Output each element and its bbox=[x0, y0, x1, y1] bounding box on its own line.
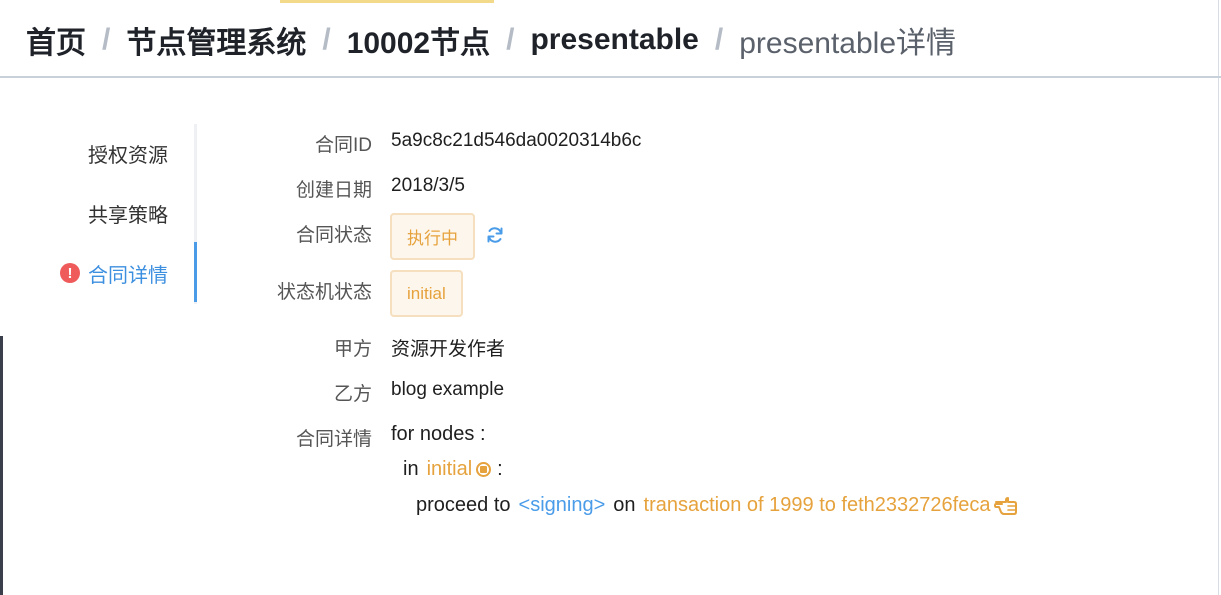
contract-code-line-3: proceed to <signing> on transaction of 1… bbox=[416, 494, 1020, 517]
contract-target-state[interactable]: <signing> bbox=[519, 494, 606, 517]
side-tabs: 授权资源 共享策略 ! 合同详情 bbox=[0, 124, 198, 304]
right-edge-line bbox=[1218, 0, 1219, 595]
contract-code-proceed: proceed to bbox=[416, 494, 511, 516]
contract-id-label: 合同ID bbox=[314, 135, 372, 156]
create-date-label: 创建日期 bbox=[295, 180, 372, 201]
refresh-icon[interactable] bbox=[485, 225, 505, 245]
breadcrumb: 首页 / 节点管理系统 / 10002节点 / presentable / pr… bbox=[26, 20, 956, 60]
left-edge-strip bbox=[0, 336, 3, 595]
contract-code-line-1: for nodes : bbox=[391, 423, 486, 446]
tab-authorized-resources[interactable]: 授权资源 bbox=[88, 124, 168, 182]
page-frame: 首页 / 节点管理系统 / 10002节点 / presentable / pr… bbox=[0, 0, 1221, 595]
contract-event[interactable]: transaction of 1999 to feth2332726feca bbox=[644, 494, 991, 517]
party-b-label: 乙方 bbox=[333, 384, 372, 405]
state-machine-tag-text: initial bbox=[407, 283, 446, 303]
party-b-value: blog example bbox=[391, 379, 505, 400]
contract-code-on: on bbox=[613, 494, 636, 516]
contract-id-value: 5a9c8c21d546da0020314b6c bbox=[391, 130, 642, 151]
contract-code-text: for nodes : bbox=[391, 423, 486, 445]
breadcrumb-current: presentable详情 bbox=[739, 27, 957, 60]
contract-code-line-2: in initial : bbox=[403, 458, 503, 481]
breadcrumb-home[interactable]: 首页 bbox=[26, 18, 86, 62]
contract-code-colon: : bbox=[497, 458, 503, 480]
status-tag-text: 执行中 bbox=[407, 229, 458, 248]
pointing-hand-icon[interactable] bbox=[994, 495, 1020, 517]
page-header: 首页 / 节点管理系统 / 10002节点 / presentable / pr… bbox=[0, 0, 1221, 78]
contract-detail-label: 合同详情 bbox=[295, 429, 372, 450]
party-a-value: 资源开发作者 bbox=[391, 339, 506, 360]
tab-label: 合同详情 bbox=[88, 264, 168, 287]
breadcrumb-separator: / bbox=[322, 23, 331, 56]
tab-contract-details[interactable]: ! 合同详情 bbox=[60, 244, 168, 302]
contract-status-tag: 执行中 bbox=[390, 213, 475, 260]
contract-status-label: 合同状态 bbox=[295, 225, 372, 246]
party-a-label: 甲方 bbox=[333, 339, 372, 360]
state-machine-label: 状态机状态 bbox=[276, 282, 372, 303]
breadcrumb-node-system[interactable]: 节点管理系统 bbox=[126, 18, 306, 62]
tab-label: 授权资源 bbox=[88, 144, 168, 167]
current-state-icon bbox=[476, 462, 492, 477]
breadcrumb-separator: / bbox=[506, 23, 515, 56]
exclamation-circle-icon: ! bbox=[60, 263, 80, 283]
breadcrumb-presentable[interactable]: presentable bbox=[530, 23, 698, 57]
contract-state-name: initial bbox=[426, 458, 473, 480]
breadcrumb-separator: / bbox=[102, 23, 111, 56]
tab-label: 共享策略 bbox=[88, 204, 168, 227]
breadcrumb-separator: / bbox=[714, 23, 724, 56]
breadcrumb-node[interactable]: 10002节点 bbox=[347, 18, 490, 62]
state-machine-tag: initial bbox=[390, 270, 463, 317]
tab-share-policy[interactable]: 共享策略 bbox=[88, 184, 168, 242]
create-date-value: 2018/3/5 bbox=[391, 175, 465, 196]
contract-code-in: in bbox=[403, 458, 419, 480]
